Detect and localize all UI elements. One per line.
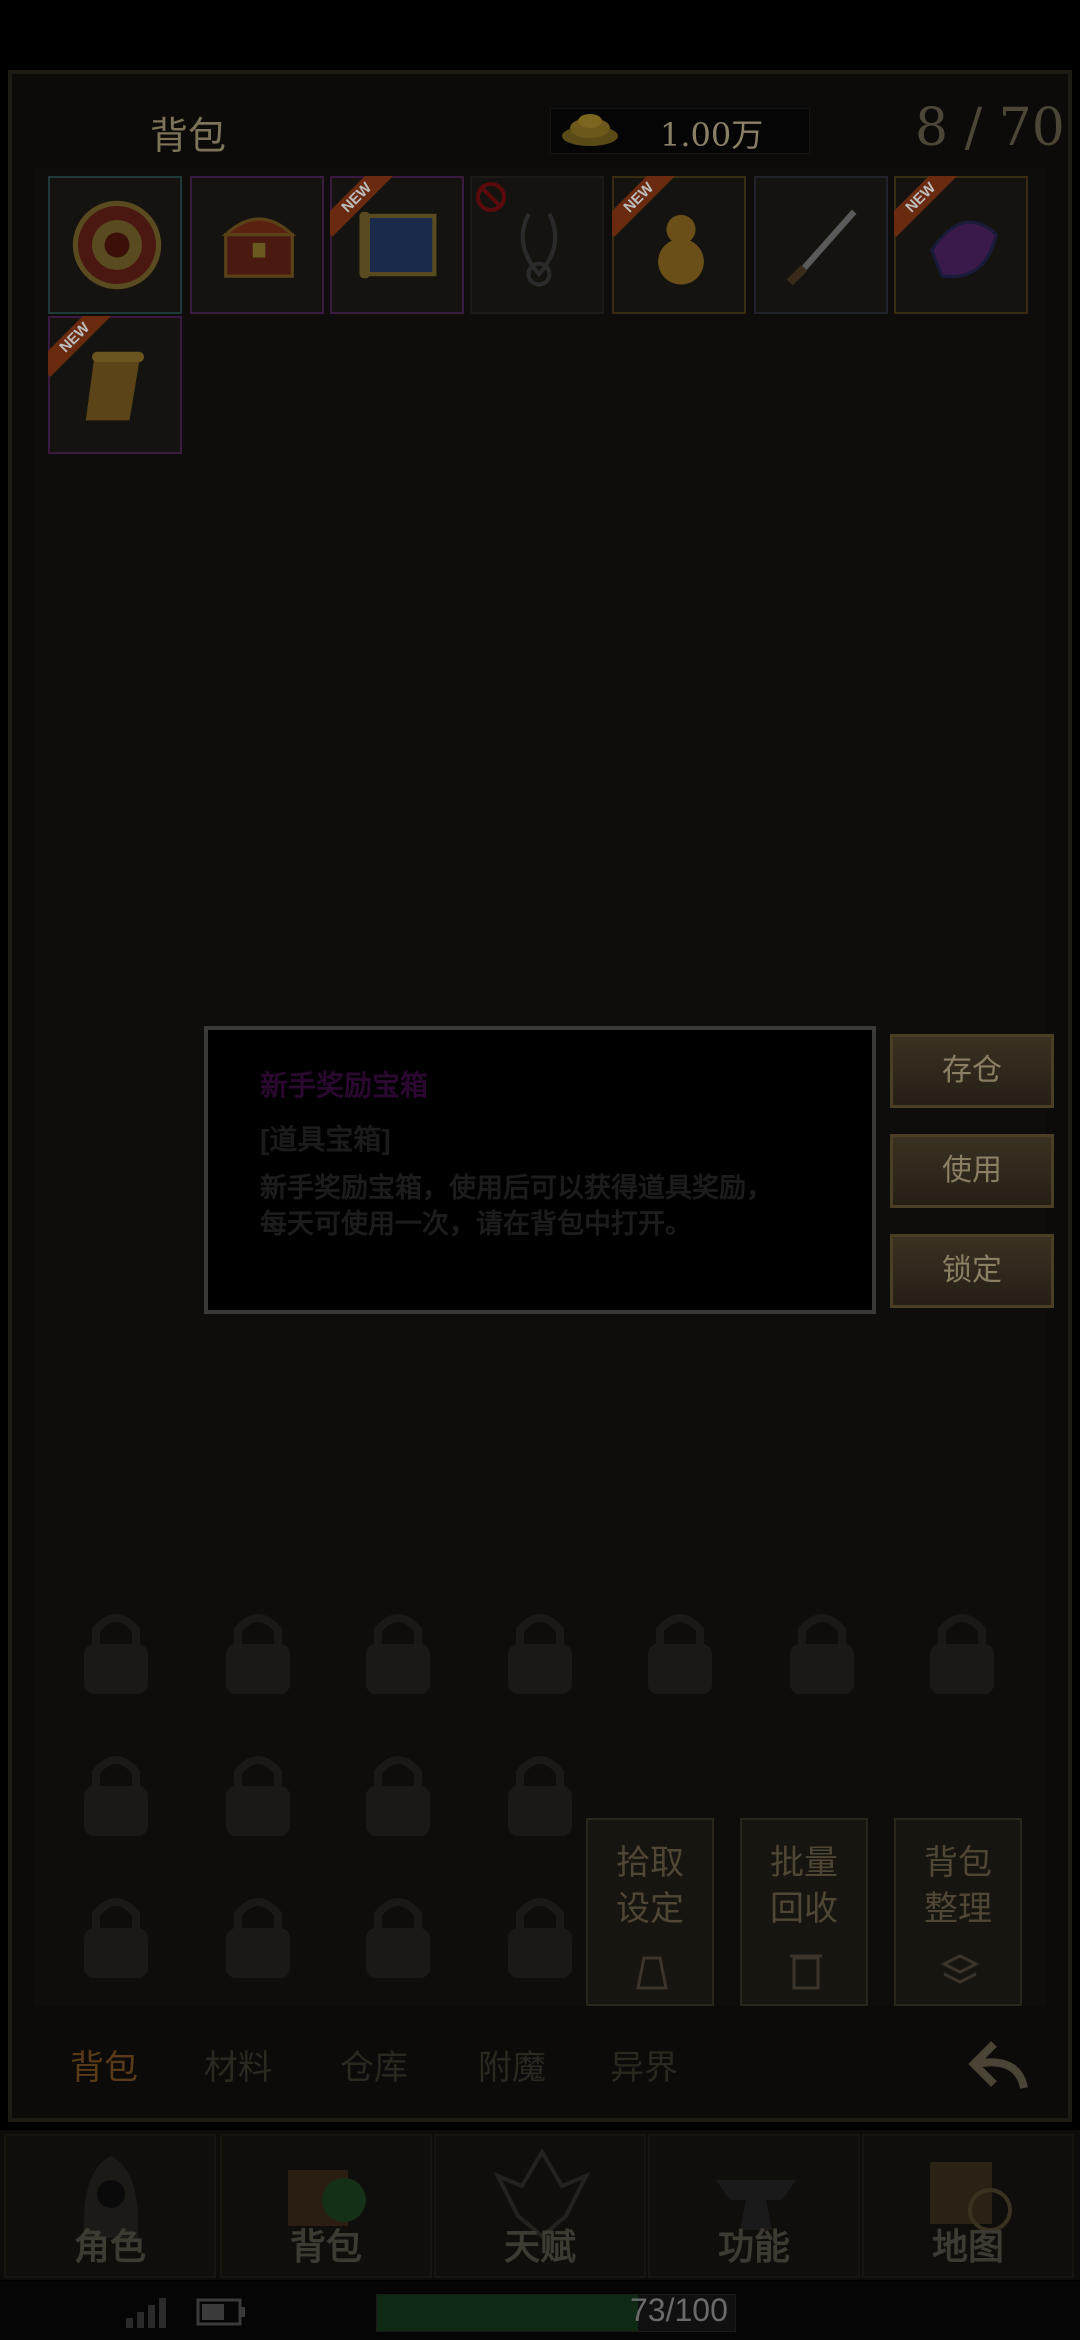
sort-bag-button[interactable]: 背包 整理 [894, 1818, 1022, 2006]
new-badge: NEW [48, 316, 118, 386]
item-type: [道具宝箱] [260, 1124, 391, 1155]
layers-icon [940, 1954, 980, 1984]
inventory-slot-gem[interactable]: NEW [894, 176, 1028, 314]
tab-materials[interactable]: 材料 [204, 2040, 272, 2089]
hp-text: 73/100 [630, 2292, 728, 2328]
nav-character[interactable]: 角色 [4, 2134, 216, 2278]
use-button[interactable]: 使用 [890, 1134, 1054, 1208]
locked-slot-icon [930, 1614, 994, 1694]
new-badge: NEW [612, 176, 682, 246]
inventory-slot-dagger[interactable] [754, 176, 888, 314]
medallion-icon [72, 200, 162, 290]
locked-slot-icon [366, 1614, 430, 1694]
inventory-slot-gourd[interactable]: NEW [612, 176, 746, 314]
nav-map[interactable]: 地图 [862, 2134, 1074, 2278]
back-arrow-icon[interactable] [968, 2036, 1032, 2096]
inventory-slot-necklace[interactable] [470, 176, 604, 314]
store-button[interactable]: 存仓 [890, 1034, 1054, 1108]
locked-slot-icon [84, 1614, 148, 1694]
tab-warehouse[interactable]: 仓库 [340, 2040, 408, 2089]
nav-functions[interactable]: 功能 [648, 2134, 860, 2278]
item-description: 新手奖励宝箱，使用后可以获得道具奖励，每天可使用一次，请在背包中打开。 [260, 1173, 773, 1239]
locked-slot-icon [508, 1614, 572, 1694]
locked-slot-icon [226, 1898, 290, 1978]
tab-enchant[interactable]: 附魔 [478, 2040, 546, 2089]
inventory-slot-scroll[interactable]: NEW [48, 316, 182, 454]
coin-pile-icon [562, 114, 618, 146]
nav-bag[interactable]: 背包 [220, 2134, 432, 2278]
new-badge: NEW [894, 176, 964, 246]
locked-slot-icon [84, 1756, 148, 1836]
trash-icon [790, 1954, 822, 1990]
inventory-slot-scroll-map[interactable]: NEW [330, 176, 464, 314]
inventory-slot-medallion[interactable] [48, 176, 182, 314]
locked-slot-icon [226, 1756, 290, 1836]
lock-button[interactable]: 锁定 [890, 1234, 1054, 1308]
inventory-slot-chest[interactable] [190, 176, 324, 314]
locked-slot-icon [508, 1898, 572, 1978]
nav-talent[interactable]: 天赋 [434, 2134, 646, 2278]
forbidden-icon [476, 182, 506, 212]
treasure-chest-icon [221, 217, 297, 278]
dagger-icon [786, 209, 857, 286]
locked-slot-icon [508, 1756, 572, 1836]
coin-amount: 1.00万 [660, 116, 764, 154]
item-name: 新手奖励宝箱 [260, 1070, 429, 1101]
batch-recycle-button[interactable]: 批量 回收 [740, 1818, 868, 2006]
bag-icon [636, 1956, 668, 1990]
locked-slot-icon [366, 1756, 430, 1836]
signal-icon [126, 2298, 166, 2328]
locked-slot-icon [226, 1614, 290, 1694]
locked-slot-icon [84, 1898, 148, 1978]
pickup-settings-button[interactable]: 拾取 设定 [586, 1818, 714, 2006]
locked-slot-icon [366, 1898, 430, 1978]
battery-icon [196, 2298, 245, 2326]
tab-otherworld[interactable]: 异界 [610, 2040, 678, 2089]
tab-bag[interactable]: 背包 [70, 2040, 138, 2089]
locked-slot-icon [790, 1614, 854, 1694]
bag-capacity: 8 / 70 [915, 98, 1065, 158]
item-tooltip: 新手奖励宝箱 [道具宝箱] 新手奖励宝箱，使用后可以获得道具奖励，每天可使用一次… [204, 1026, 876, 1314]
page-title: 背包 [150, 114, 227, 158]
locked-slot-icon [648, 1614, 712, 1694]
new-badge: NEW [330, 176, 400, 246]
